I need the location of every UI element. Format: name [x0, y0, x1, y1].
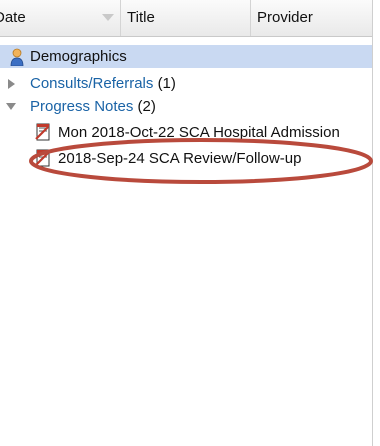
collapse-arrow-icon[interactable]	[6, 103, 16, 110]
column-header-bar: Date Title Provider	[0, 0, 372, 37]
tree-item-consults[interactable]: Consults/Referrals (1)	[0, 72, 372, 95]
item-count: (1)	[157, 75, 176, 92]
provider-column-header[interactable]: Provider	[250, 0, 380, 36]
tree-item-progress-notes[interactable]: Progress Notes (2)	[0, 95, 372, 118]
tree-item-label: Demographics	[30, 48, 127, 65]
panel-divider	[372, 0, 373, 446]
sort-down-icon[interactable]	[102, 14, 114, 21]
tree-item-label: Consults/Referrals	[30, 75, 154, 92]
tree-item-demographics[interactable]: Demographics	[0, 45, 372, 68]
item-count: (2)	[137, 98, 156, 115]
person-icon	[10, 48, 24, 66]
expand-arrow-icon[interactable]	[8, 79, 15, 89]
date-column-header[interactable]: Date	[0, 0, 114, 36]
highlight-ellipse	[29, 138, 373, 184]
tree-item-label: Progress Notes	[30, 98, 134, 115]
title-column-header[interactable]: Title	[120, 0, 250, 36]
